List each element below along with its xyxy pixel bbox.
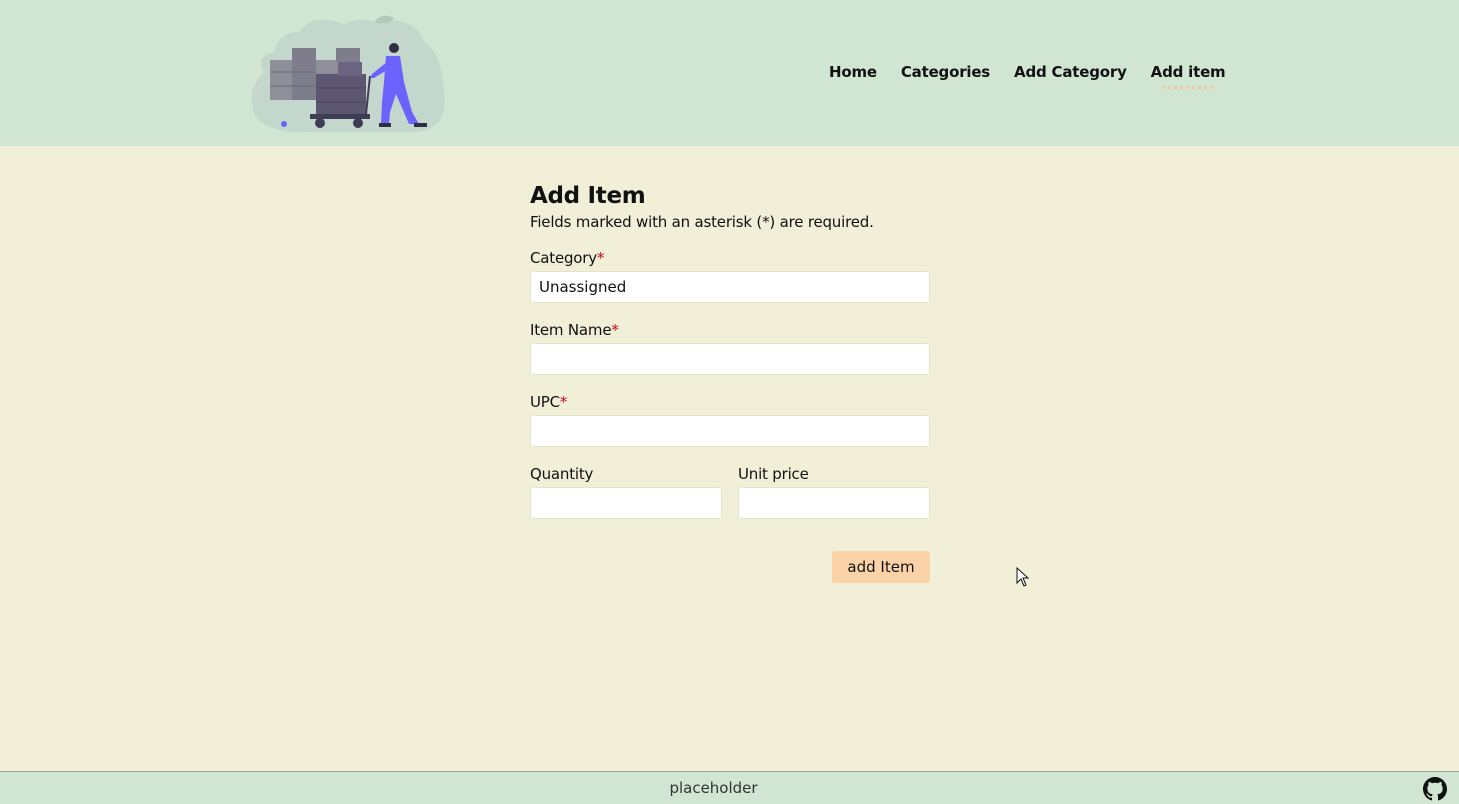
quantity-field: Quantity (530, 465, 722, 519)
required-marker: * (559, 393, 568, 411)
item-name-label: Item Name* (530, 321, 619, 339)
nav-home-link[interactable]: Home (829, 63, 877, 81)
main-nav: Home Categories Add Category Add item (829, 63, 1226, 89)
category-field: Category* Unassigned (530, 249, 930, 303)
category-select[interactable]: Unassigned (530, 271, 930, 303)
upc-input[interactable] (530, 415, 930, 447)
unit-price-label: Unit price (738, 465, 809, 483)
quantity-input[interactable] (530, 487, 722, 519)
required-marker: * (596, 249, 605, 267)
site-header: Home Categories Add Category Add item (0, 0, 1459, 146)
unit-price-field: Unit price (738, 465, 930, 519)
mouse-cursor-icon (1016, 567, 1030, 587)
item-name-input[interactable] (530, 343, 930, 375)
add-item-form: Add Item Fields marked with an asterisk … (530, 180, 930, 583)
required-fields-note: Fields marked with an asterisk (*) are r… (530, 213, 874, 231)
site-footer: placeholder (0, 771, 1459, 804)
item-name-field: Item Name* (530, 321, 930, 375)
quantity-price-row: Quantity Unit price (530, 465, 930, 519)
nav-add-item-link[interactable]: Add item (1151, 63, 1226, 89)
upc-label: UPC* (530, 393, 568, 411)
form-actions: add Item (530, 551, 930, 583)
add-item-button[interactable]: add Item (832, 551, 930, 583)
category-label: Category* (530, 249, 605, 267)
nav-add-category-link[interactable]: Add Category (1014, 63, 1127, 81)
nav-categories-link[interactable]: Categories (901, 63, 990, 81)
footer-text: placeholder (669, 779, 758, 797)
page-title: Add Item (530, 183, 646, 209)
upc-field: UPC* (530, 393, 930, 447)
github-icon[interactable] (1423, 777, 1447, 801)
quantity-label: Quantity (530, 465, 594, 483)
warehouse-illustration (251, 15, 445, 133)
required-marker: * (611, 321, 619, 339)
unit-price-input[interactable] (738, 487, 930, 519)
